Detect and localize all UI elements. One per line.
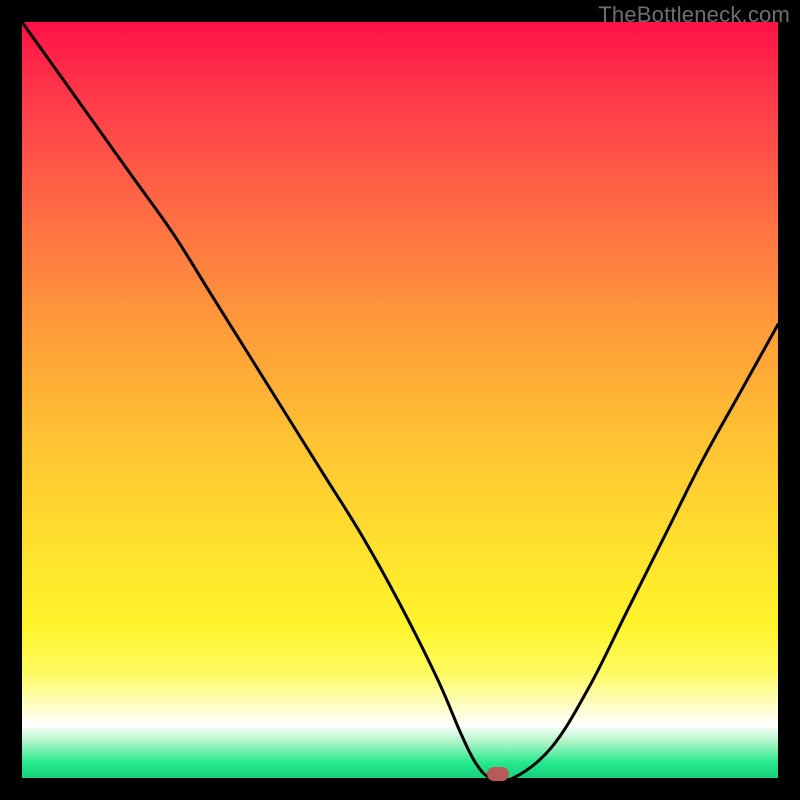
minimum-marker (487, 767, 509, 781)
plot-area (22, 22, 778, 778)
chart-frame: TheBottleneck.com (0, 0, 800, 800)
bottleneck-curve (22, 22, 778, 778)
